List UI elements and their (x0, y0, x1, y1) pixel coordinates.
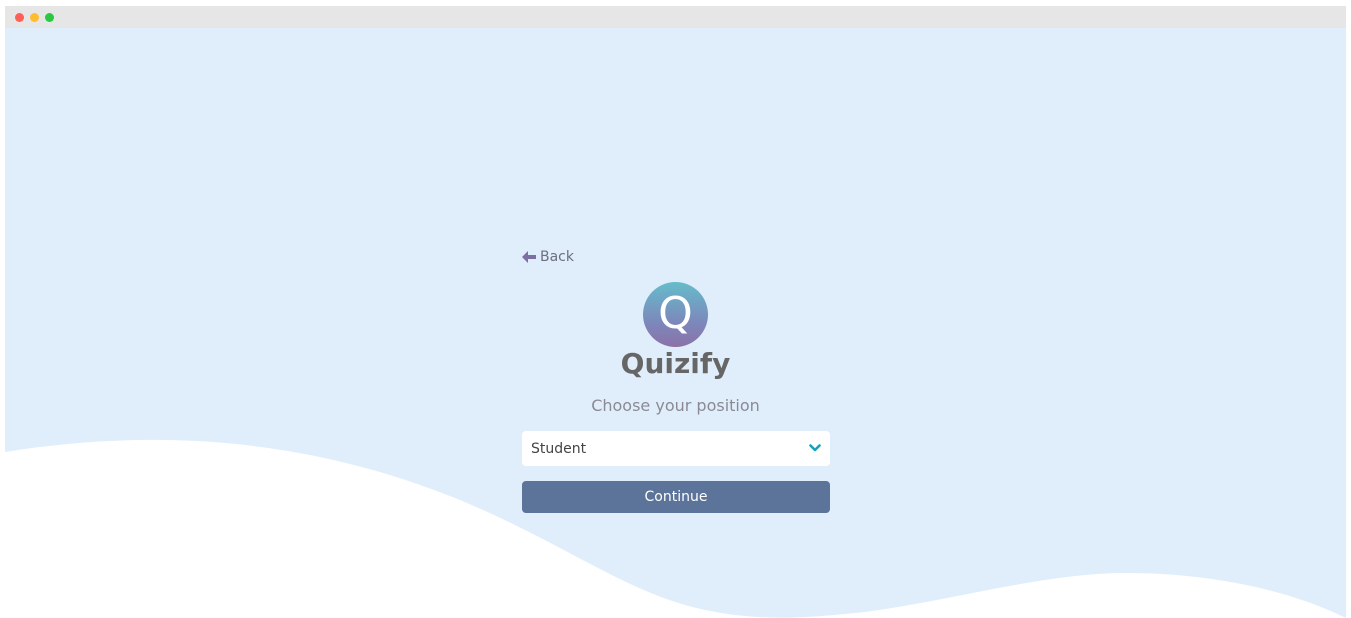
window-close-button[interactable] (15, 13, 24, 22)
window-titlebar (5, 6, 1346, 28)
logo-letter: Q (658, 287, 693, 339)
back-link[interactable]: Back (522, 249, 574, 265)
arrow-left-icon (522, 251, 536, 263)
quizify-logo: Q (643, 282, 708, 347)
window-zoom-button[interactable] (45, 13, 54, 22)
window-minimize-button[interactable] (30, 13, 39, 22)
continue-button[interactable]: Continue (522, 481, 830, 513)
position-select-value: Student (531, 440, 587, 457)
brand-name: Quizify (620, 347, 731, 380)
back-label: Back (540, 249, 574, 265)
position-select[interactable]: Student (522, 431, 830, 466)
chevron-down-icon (809, 444, 821, 452)
position-prompt: Choose your position (591, 396, 760, 415)
browser-window: Back Q Quizify Choose your position Stud… (5, 6, 1346, 618)
